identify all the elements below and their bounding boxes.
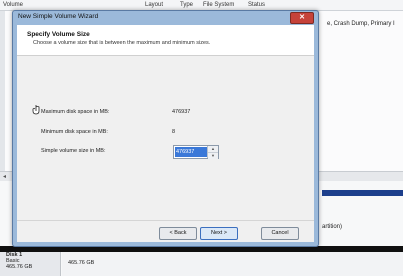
column-header-volume[interactable]: Volume [3, 2, 23, 8]
scroll-left-arrow-icon[interactable]: ◂ [3, 173, 6, 180]
spin-down-icon[interactable]: ▼ [208, 152, 218, 159]
min-disk-space-label: Minimum disk space in MB: [41, 129, 108, 135]
page-title: Specify Volume Size [27, 31, 90, 38]
column-header-file-system[interactable]: File System [203, 2, 234, 8]
page-subtitle: Choose a volume size that is between the… [33, 40, 211, 46]
volume-size-label: Simple volume size in MB: [41, 148, 106, 154]
next-button[interactable]: Next > [200, 227, 238, 240]
disk-label[interactable]: Disk 1 Basic 465.76 GB [0, 252, 61, 276]
back-button[interactable]: < Back [159, 227, 197, 240]
footer-divider [17, 220, 314, 221]
volume-status-text: e, Crash Dump, Primary I [327, 21, 395, 27]
unallocated-partition[interactable]: 465.76 GB [62, 252, 403, 276]
column-header-type[interactable]: Type [180, 2, 193, 8]
volume-list-icons [0, 11, 5, 176]
partition-size: 465.76 GB [68, 260, 95, 266]
max-disk-space-label: Maximum disk space in MB: [41, 109, 110, 115]
wizard-header: Specify Volume Size Choose a volume size… [17, 25, 314, 56]
partition-text: artition) [322, 224, 343, 230]
spin-buttons: ▲ ▼ [207, 146, 218, 159]
column-header-status[interactable]: Status [248, 2, 265, 8]
partition-bar [322, 190, 403, 196]
min-disk-space-value: 8 [172, 129, 176, 135]
wizard-body: Specify Volume Size Choose a volume size… [17, 25, 314, 242]
column-header-layout[interactable]: Layout [145, 2, 163, 8]
volume-size-input[interactable] [175, 147, 207, 157]
window-title: New Simple Volume Wizard [18, 13, 99, 20]
cancel-button[interactable]: Cancel [261, 227, 299, 240]
volume-size-spinbox[interactable]: ▲ ▼ [173, 145, 219, 159]
disk-size: 465.76 GB [6, 264, 33, 270]
new-simple-volume-wizard: New Simple Volume Wizard ✕ Specify Volum… [12, 10, 319, 247]
close-button[interactable]: ✕ [290, 12, 314, 24]
title-bar[interactable]: New Simple Volume Wizard ✕ [13, 11, 318, 24]
max-disk-space-value: 476937 [172, 109, 191, 115]
